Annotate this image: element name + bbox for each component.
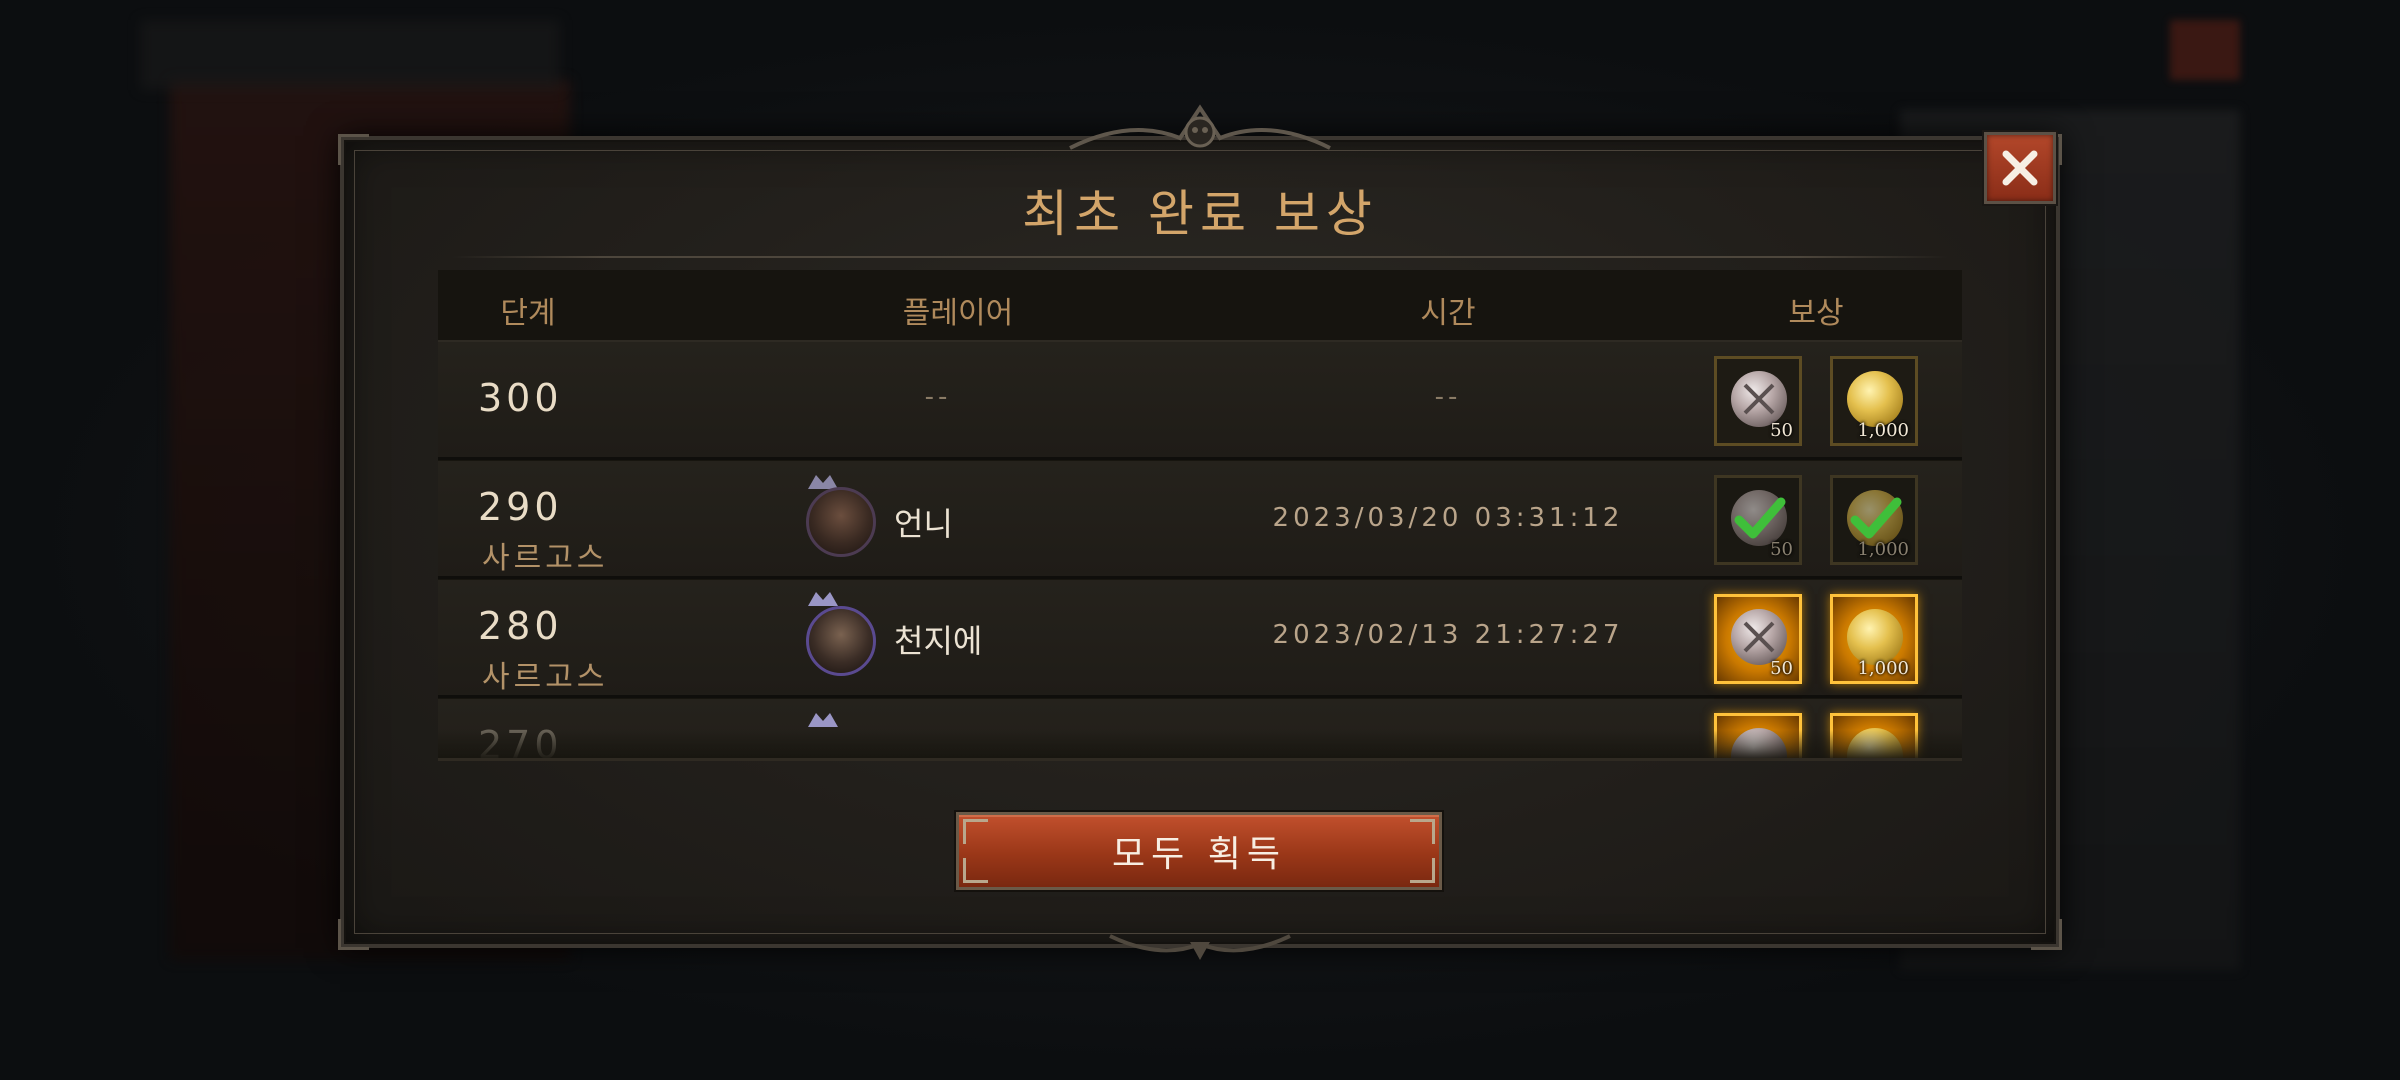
stage-sub-label: 사르고스 [482, 660, 609, 695]
gold-coin-icon [1847, 609, 1903, 665]
stage-number: 300 [478, 376, 563, 420]
button-corner-ornament [1410, 858, 1435, 883]
class-crest-icon [808, 713, 838, 727]
clear-time: -- [1434, 382, 1462, 412]
table-row: 300 -- -- 50 1,000 [438, 342, 1962, 460]
crossed-axes-icon [1743, 621, 1775, 653]
class-crest-icon [808, 592, 838, 606]
reward-quantity: 1,000 [1857, 658, 1909, 679]
stage-number: 290 [478, 485, 563, 529]
reward-quantity: 50 [1770, 539, 1793, 560]
stage-number: 280 [478, 604, 563, 648]
player-name: 천지에 [894, 622, 983, 660]
gold-coin-icon [1847, 371, 1903, 427]
button-corner-ornament [963, 819, 988, 844]
scroll-fade [438, 730, 1962, 758]
title-divider [452, 256, 1948, 258]
clear-time: 2023/02/13 21:27:27 [1272, 620, 1624, 650]
close-button[interactable] [1984, 132, 2056, 204]
player-name: -- [924, 382, 952, 412]
player-avatar [806, 606, 876, 676]
reward-slot[interactable]: 50 [1714, 356, 1802, 446]
table-row: 280 사르고스 천지에 2023/02/13 21:27:27 50 1,00… [438, 580, 1962, 698]
reward-slot[interactable]: 50 [1714, 475, 1802, 565]
crossed-axes-icon [1743, 383, 1775, 415]
dialog-corner-ornament [2031, 919, 2062, 950]
reward-quantity: 50 [1770, 420, 1793, 441]
reward-slot[interactable]: 1,000 [1830, 594, 1918, 684]
table-bottom-divider [438, 758, 1962, 761]
reward-table: 단계 플레이어 시간 보상 300 -- -- 50 1,000 290 사르고… [438, 270, 1962, 758]
dialog-corner-ornament [338, 919, 369, 950]
button-corner-ornament [963, 858, 988, 883]
player-avatar [806, 487, 876, 557]
table-row: 290 사르고스 언니 2023/03/20 03:31:12 50 1,000 [438, 461, 1962, 579]
close-icon [2002, 150, 2038, 186]
background-close-button [2170, 20, 2240, 80]
claim-all-button[interactable]: 모두 획득 [956, 812, 1442, 890]
header-player: 플레이어 [902, 296, 1014, 331]
clear-time: 2023/03/20 03:31:12 [1272, 503, 1624, 533]
button-corner-ornament [1410, 819, 1435, 844]
reward-slot[interactable]: 50 [1714, 594, 1802, 684]
header-time: 시간 [1420, 296, 1476, 331]
reward-quantity: 50 [1770, 658, 1793, 679]
header-reward: 보상 [1788, 296, 1844, 331]
table-header: 단계 플레이어 시간 보상 [438, 270, 1962, 342]
skull-crest-ornament-icon [1069, 104, 1331, 150]
claim-all-label: 모두 획득 [1112, 834, 1286, 875]
stage-sub-label: 사르고스 [482, 541, 609, 576]
reward-quantity: 1,000 [1857, 420, 1909, 441]
bottom-ornament-icon [1109, 934, 1291, 960]
reward-quantity: 1,000 [1857, 539, 1909, 560]
header-stage: 단계 [500, 296, 556, 331]
dialog-corner-ornament [338, 134, 369, 165]
reward-slot[interactable]: 1,000 [1830, 356, 1918, 446]
background-topbar [140, 20, 560, 90]
reward-slot[interactable]: 1,000 [1830, 475, 1918, 565]
player-name: 언니 [894, 505, 953, 543]
